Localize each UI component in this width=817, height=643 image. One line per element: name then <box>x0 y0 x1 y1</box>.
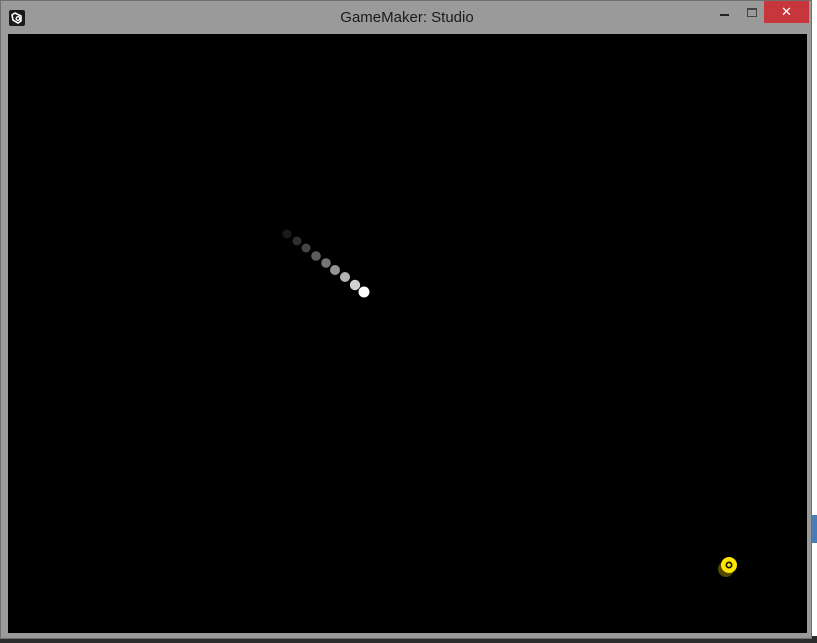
desktop-edge <box>812 0 817 643</box>
ball-trail-dot <box>311 251 321 261</box>
title-bar[interactable]: GameMaker: Studio ✕ <box>1 1 811 34</box>
maximize-icon <box>747 7 757 17</box>
ball-trail-dot <box>349 279 361 291</box>
window-title: GameMaker: Studio <box>340 9 474 26</box>
maximize-button[interactable] <box>739 1 765 23</box>
taskbar-accent <box>812 515 817 543</box>
player-sprite <box>718 557 737 577</box>
ball-trail-dot <box>340 272 350 282</box>
ball-trail-dot <box>321 258 331 268</box>
minimize-button[interactable] <box>711 1 737 23</box>
ball-trail-dot <box>301 243 311 253</box>
ball <box>358 286 370 298</box>
minimize-icon <box>719 14 729 16</box>
game-viewport[interactable] <box>8 34 807 633</box>
close-icon: ✕ <box>781 4 792 20</box>
ball-trail <box>282 229 370 298</box>
ball-trail-dot <box>292 236 302 246</box>
ball-trail-dot <box>282 229 292 239</box>
ball-trail-dot <box>330 265 340 275</box>
game-window: GameMaker: Studio ✕ <box>0 0 812 639</box>
close-button[interactable]: ✕ <box>764 1 809 23</box>
